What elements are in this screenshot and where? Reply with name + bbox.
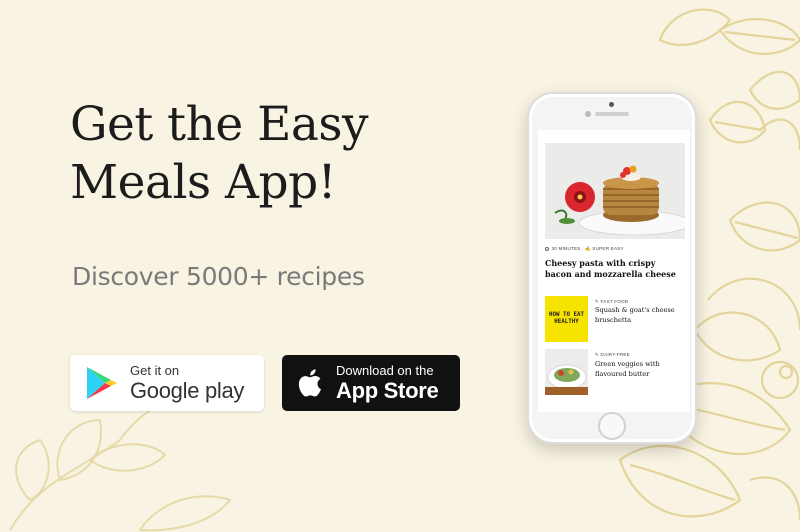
featured-time: 30 MINUTES <box>551 246 581 251</box>
phone-home-button <box>598 412 626 440</box>
item-1-tag: FAST FOOD <box>600 299 629 304</box>
headline: Get the Easy Meals App! <box>70 97 369 210</box>
thumbs-icon: ✍ <box>584 246 591 251</box>
item-2-meta: ✎ DAIRY-FREE <box>595 352 630 358</box>
featured-recipe-image[interactable] <box>545 143 685 239</box>
tag-icon: ✎ <box>595 299 600 304</box>
clock-icon <box>545 246 549 251</box>
item-2-title[interactable]: Green veggies with flavoured butter <box>595 360 683 379</box>
phone-camera <box>609 102 614 107</box>
phone-speaker <box>595 112 629 116</box>
item-1-title[interactable]: Squash & goat's cheese bruschetta <box>595 306 683 325</box>
google-play-icon <box>84 364 120 402</box>
featured-recipe-title[interactable]: Cheesy pasta with crispy bacon and mozza… <box>545 258 681 280</box>
thumb-1-text: HOW TO EAT HEALTHY <box>549 312 584 325</box>
phone-mockup: 30 MINUTES ✍ SUPER EASY Cheesy pasta wit… <box>527 92 697 444</box>
tag-icon-2: ✎ <box>595 352 600 357</box>
phone-sensor <box>585 111 591 117</box>
app-store-small-label: Download on the <box>336 362 434 378</box>
google-play-small-label: Get it on <box>130 362 180 378</box>
app-store-big-label: App Store <box>336 377 439 403</box>
featured-difficulty: SUPER EASY <box>592 246 624 251</box>
subtitle: Discover 5000+ recipes <box>72 262 365 291</box>
recipe-thumb-1[interactable]: HOW TO EAT HEALTHY <box>545 296 588 342</box>
featured-meta: 30 MINUTES ✍ SUPER EASY <box>545 246 624 252</box>
item-1-meta: ✎ FAST FOOD <box>595 299 628 305</box>
app-store-button[interactable]: Download on the App Store <box>282 355 460 411</box>
google-play-big-label: Google play <box>130 377 245 403</box>
item-2-tag: DAIRY-FREE <box>600 352 630 357</box>
apple-icon <box>292 364 326 402</box>
recipe-thumb-2[interactable] <box>545 349 588 395</box>
google-play-button[interactable]: Get it on Google play <box>70 355 264 411</box>
phone-screen: 30 MINUTES ✍ SUPER EASY Cheesy pasta wit… <box>538 130 690 412</box>
